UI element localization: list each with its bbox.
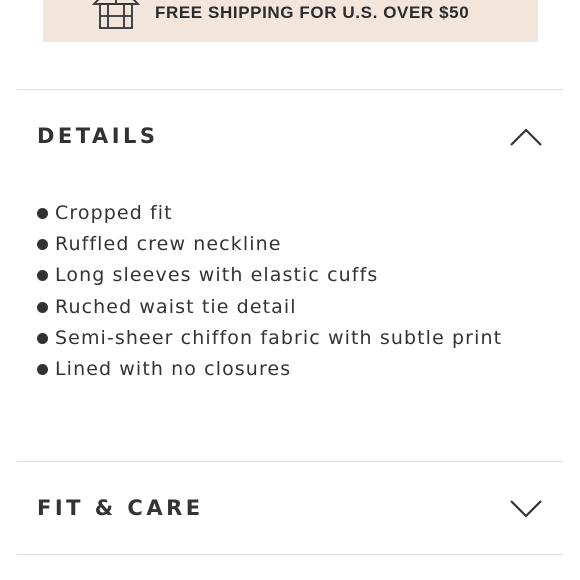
fit-care-section-title: FIT & CARE (37, 496, 204, 520)
free-shipping-text: FREE SHIPPING FOR U.S. OVER $50 (155, 3, 470, 22)
bullet-icon (37, 239, 48, 251)
free-shipping-banner: FREE SHIPPING FOR U.S. OVER $50 (43, 0, 538, 42)
chevron-up-icon[interactable] (509, 126, 543, 148)
bullet-icon (37, 301, 48, 313)
divider (17, 89, 563, 90)
details-list: Cropped fit Ruffled crew neckline Long s… (37, 198, 502, 385)
shipping-box-icon (92, 0, 140, 29)
divider (17, 554, 563, 555)
list-item: Ruched waist tie detail (37, 292, 502, 323)
bullet-icon (37, 270, 48, 282)
fit-care-section-header[interactable]: FIT & CARE (17, 490, 563, 530)
bullet-icon (37, 363, 48, 375)
list-item: Lined with no closures (37, 354, 502, 385)
chevron-down-icon[interactable] (509, 498, 543, 520)
list-item: Cropped fit (37, 198, 502, 229)
divider (17, 461, 563, 462)
list-item: Semi-sheer chiffon fabric with subtle pr… (37, 323, 502, 354)
list-item: Long sleeves with elastic cuffs (37, 260, 502, 291)
details-section-header[interactable]: DETAILS (17, 118, 563, 158)
product-details-page: FREE SHIPPING FOR U.S. OVER $50 DETAILS … (0, 0, 580, 580)
details-section-title: DETAILS (37, 124, 159, 148)
bullet-icon (37, 332, 48, 344)
bullet-icon (37, 208, 48, 219)
list-item: Ruffled crew neckline (37, 229, 502, 260)
